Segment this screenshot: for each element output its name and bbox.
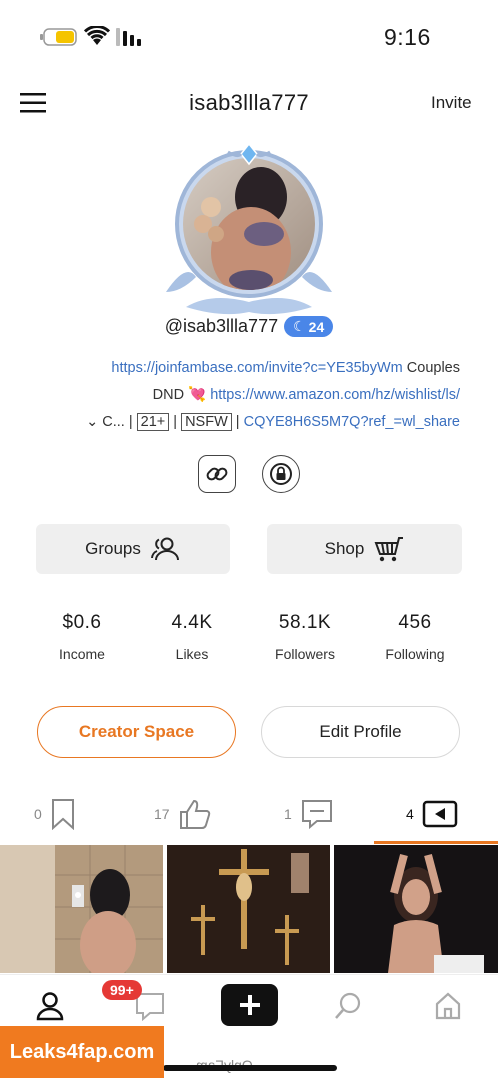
groups-icon xyxy=(150,537,179,561)
tab-likes[interactable]: 17 xyxy=(154,794,212,834)
nav-search[interactable] xyxy=(328,986,368,1026)
bio-text: Couples xyxy=(402,360,460,376)
thumbs-up-icon xyxy=(179,799,210,829)
stat-value: 58.1K xyxy=(278,612,332,633)
bio-more[interactable]: C... xyxy=(102,414,125,430)
create-post-button[interactable] xyxy=(221,984,278,1026)
lock-icon xyxy=(270,463,292,485)
bio-invite-link[interactable]: https://joinfambase.com/invite?c=YE35byW… xyxy=(111,360,402,376)
moon-icon: ☾ xyxy=(293,318,306,334)
stat-following[interactable]: 456 Following xyxy=(360,612,470,662)
stat-followers[interactable]: 58.1K Followers xyxy=(250,612,360,662)
saved-count: 0 xyxy=(34,806,42,822)
likes-count: 17 xyxy=(154,806,170,822)
watermark: Leaks4fap.com xyxy=(0,1026,164,1078)
bio-wishlist-link-cont[interactable]: CQYE8H6S5M7Q?ref_=wl_share xyxy=(244,414,460,430)
tab-posts[interactable]: 4 xyxy=(406,794,458,834)
person-icon xyxy=(36,992,64,1021)
home-indicator xyxy=(163,1065,337,1071)
bio-line-3: ⌄ C... | 21+ | NSFW | CQYE8H6S5M7Q?ref_=… xyxy=(86,413,460,431)
level-badge[interactable]: ☾ 24 xyxy=(284,316,334,337)
menu-icon[interactable] xyxy=(20,92,46,114)
bio-wishlist-link[interactable]: https://www.amazon.com/hz/wishlist/ls/ xyxy=(210,387,460,403)
link-icon xyxy=(206,467,228,481)
comments-count: 1 xyxy=(284,806,292,822)
groups-button[interactable]: Groups xyxy=(36,524,230,574)
tab-active-indicator xyxy=(374,841,498,844)
creator-space-button[interactable]: Creator Space xyxy=(37,706,236,758)
tag-nsfw: NSFW xyxy=(181,413,232,431)
plus-icon xyxy=(239,995,260,1015)
tab-saved[interactable]: 0 xyxy=(34,794,76,834)
groups-label: Groups xyxy=(85,539,141,558)
post-thumbnail[interactable] xyxy=(334,845,498,973)
comment-icon xyxy=(301,800,332,830)
tab-comments[interactable]: 1 xyxy=(284,794,334,834)
stat-likes[interactable]: 4.4K Likes xyxy=(137,612,247,662)
messages-badge: 99+ xyxy=(102,980,142,1000)
stat-value: 4.4K xyxy=(171,612,213,633)
stat-label: Followers xyxy=(275,646,335,662)
post-thumbnail[interactable] xyxy=(167,845,330,973)
more-chevron[interactable]: ⌄ xyxy=(86,414,98,430)
home-icon xyxy=(435,992,461,1020)
shop-label: Shop xyxy=(324,539,365,558)
link-button[interactable] xyxy=(198,455,236,493)
lock-button[interactable] xyxy=(262,455,300,493)
stat-label: Likes xyxy=(175,646,209,662)
bio-text: DND 💘 xyxy=(152,387,211,403)
nav-home[interactable] xyxy=(428,986,468,1026)
battery-icon xyxy=(40,28,77,46)
signal-icon xyxy=(116,28,141,46)
stat-value: $0.6 xyxy=(62,612,102,633)
status-time: 9:16 xyxy=(384,24,431,50)
wifi-icon xyxy=(84,26,110,45)
handle-row: @isab3llla777 ☾ 24 xyxy=(0,316,498,337)
stat-income[interactable]: $0.6 Income xyxy=(27,612,137,662)
stat-label: Income xyxy=(59,646,105,662)
stat-label: Following xyxy=(385,646,445,662)
stat-value: 456 xyxy=(398,612,432,633)
bookmark-icon xyxy=(51,799,74,830)
search-icon xyxy=(335,992,361,1019)
bio-line-1: https://joinfambase.com/invite?c=YE35byW… xyxy=(40,354,460,382)
cart-icon xyxy=(374,537,404,562)
nav-profile[interactable] xyxy=(30,986,70,1026)
avatar[interactable] xyxy=(156,142,342,318)
edit-profile-button[interactable]: Edit Profile xyxy=(261,706,460,758)
level-value: 24 xyxy=(308,318,325,335)
play-icon xyxy=(422,800,458,828)
page-title: isab3llla777 xyxy=(189,90,309,115)
bio-line-2: DND 💘 https://www.amazon.com/hz/wishlist… xyxy=(40,381,460,409)
user-handle: @isab3llla777 xyxy=(164,316,279,336)
posts-count: 4 xyxy=(406,806,414,822)
shop-button[interactable]: Shop xyxy=(267,524,462,574)
post-thumbnail[interactable] xyxy=(0,845,163,973)
tag-21plus: 21+ xyxy=(136,413,170,431)
